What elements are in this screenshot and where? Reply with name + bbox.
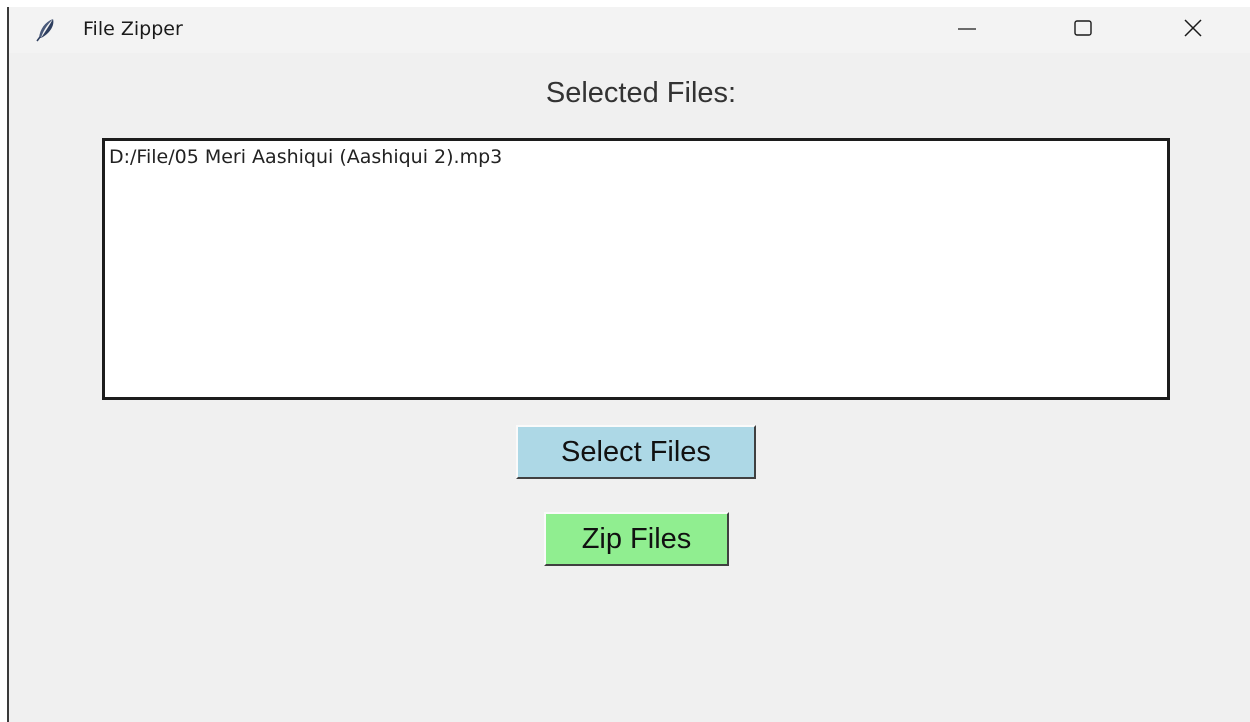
maximize-button[interactable] [1053, 7, 1113, 53]
window-title: File Zipper [83, 18, 183, 40]
title-bar[interactable]: File Zipper [9, 7, 1250, 53]
select-files-button[interactable]: Select Files [516, 425, 756, 479]
selected-files-listbox[interactable]: D:/File/05 Meri Aashiqui (Aashiqui 2).mp… [102, 138, 1170, 400]
app-window: File Zipper Selected Files: D:/File/05 M… [7, 7, 1250, 722]
feather-icon [35, 18, 57, 42]
close-button[interactable] [1163, 7, 1223, 53]
maximize-icon [1072, 17, 1094, 43]
minimize-icon [956, 17, 978, 43]
list-item[interactable]: D:/File/05 Meri Aashiqui (Aashiqui 2).mp… [109, 145, 1163, 169]
minimize-button[interactable] [937, 7, 997, 53]
close-icon [1182, 17, 1204, 43]
zip-files-button[interactable]: Zip Files [544, 512, 729, 566]
selected-files-heading: Selected Files: [545, 77, 737, 109]
